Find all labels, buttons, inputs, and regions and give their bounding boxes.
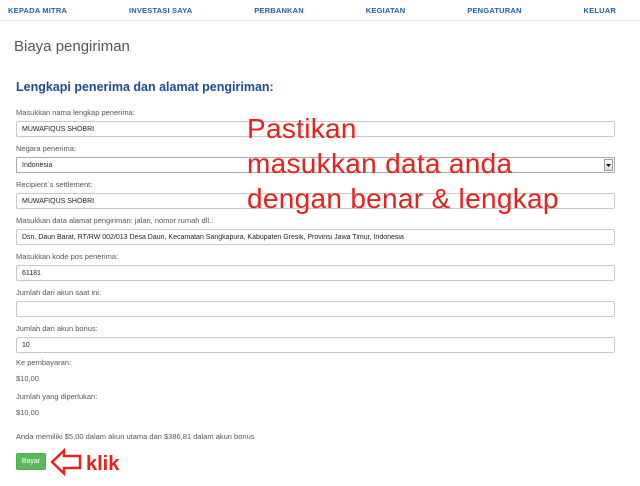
nav-item-kegiatan[interactable]: KEGIATAN [366, 6, 406, 15]
current-account-amount-label: Jumlah dari akun saat ini: [16, 288, 102, 297]
annotation-line: dengan benar & lengkap [247, 183, 559, 214]
nav-item-perbankan[interactable]: PERBANKAN [254, 6, 304, 15]
bonus-account-amount-label: Jumlah dari akun bonus: [16, 324, 98, 333]
pay-button[interactable]: Bayar [16, 453, 46, 470]
to-pay-value: $10,00 [16, 374, 39, 383]
section-heading: Lengkapi penerima dan alamat pengiriman: [16, 80, 274, 94]
postal-code-field: Masukkan kode pos penerima: [16, 252, 615, 281]
nav-item-keluar[interactable]: KELUAR [584, 6, 616, 15]
left-arrow-icon [50, 448, 82, 476]
current-account-amount-field: Jumlah dari akun saat ini: [16, 288, 615, 317]
annotation-line: masukkan data anda [247, 148, 513, 179]
country-select-value: Indonesia [22, 161, 53, 169]
nav-item-kepada-mitra[interactable]: KEPADA MITRA [8, 6, 67, 15]
required-amount-value: $10,00 [16, 408, 39, 417]
address-field: Masukkan data alamat pengiriman: jalan, … [16, 216, 615, 245]
page-title: Biaya pengiriman [14, 38, 130, 55]
annotation-line: Pastikan [247, 113, 357, 144]
address-input[interactable] [16, 229, 615, 245]
postal-code-label: Masukkan kode pos penerima: [16, 252, 119, 261]
current-account-amount-input[interactable] [16, 301, 615, 317]
address-label: Masukkan data alamat pengiriman: jalan, … [16, 216, 214, 225]
bonus-account-amount-input[interactable] [16, 337, 615, 353]
to-pay-label: Ke pembayaran: [16, 358, 72, 367]
click-hint-label: klik [86, 453, 120, 475]
bonus-account-amount-field: Jumlah dari akun bonus: [16, 324, 615, 353]
top-nav: KEPADA MITRA INVESTASI SAYA PERBANKAN KE… [0, 0, 640, 21]
postal-code-input[interactable] [16, 265, 615, 281]
annotation-text: Pastikan masukkan data anda dengan benar… [247, 111, 559, 216]
nav-item-pengaturan[interactable]: PENGATURAN [467, 6, 521, 15]
chevron-down-icon[interactable] [604, 159, 613, 171]
nav-item-investasi-saya[interactable]: INVESTASI SAYA [129, 6, 192, 15]
balance-note: Anda memiliki $5,00 dalam akun utama dan… [16, 432, 255, 441]
required-amount-label: Jumlah yang diperlukan: [16, 392, 98, 401]
